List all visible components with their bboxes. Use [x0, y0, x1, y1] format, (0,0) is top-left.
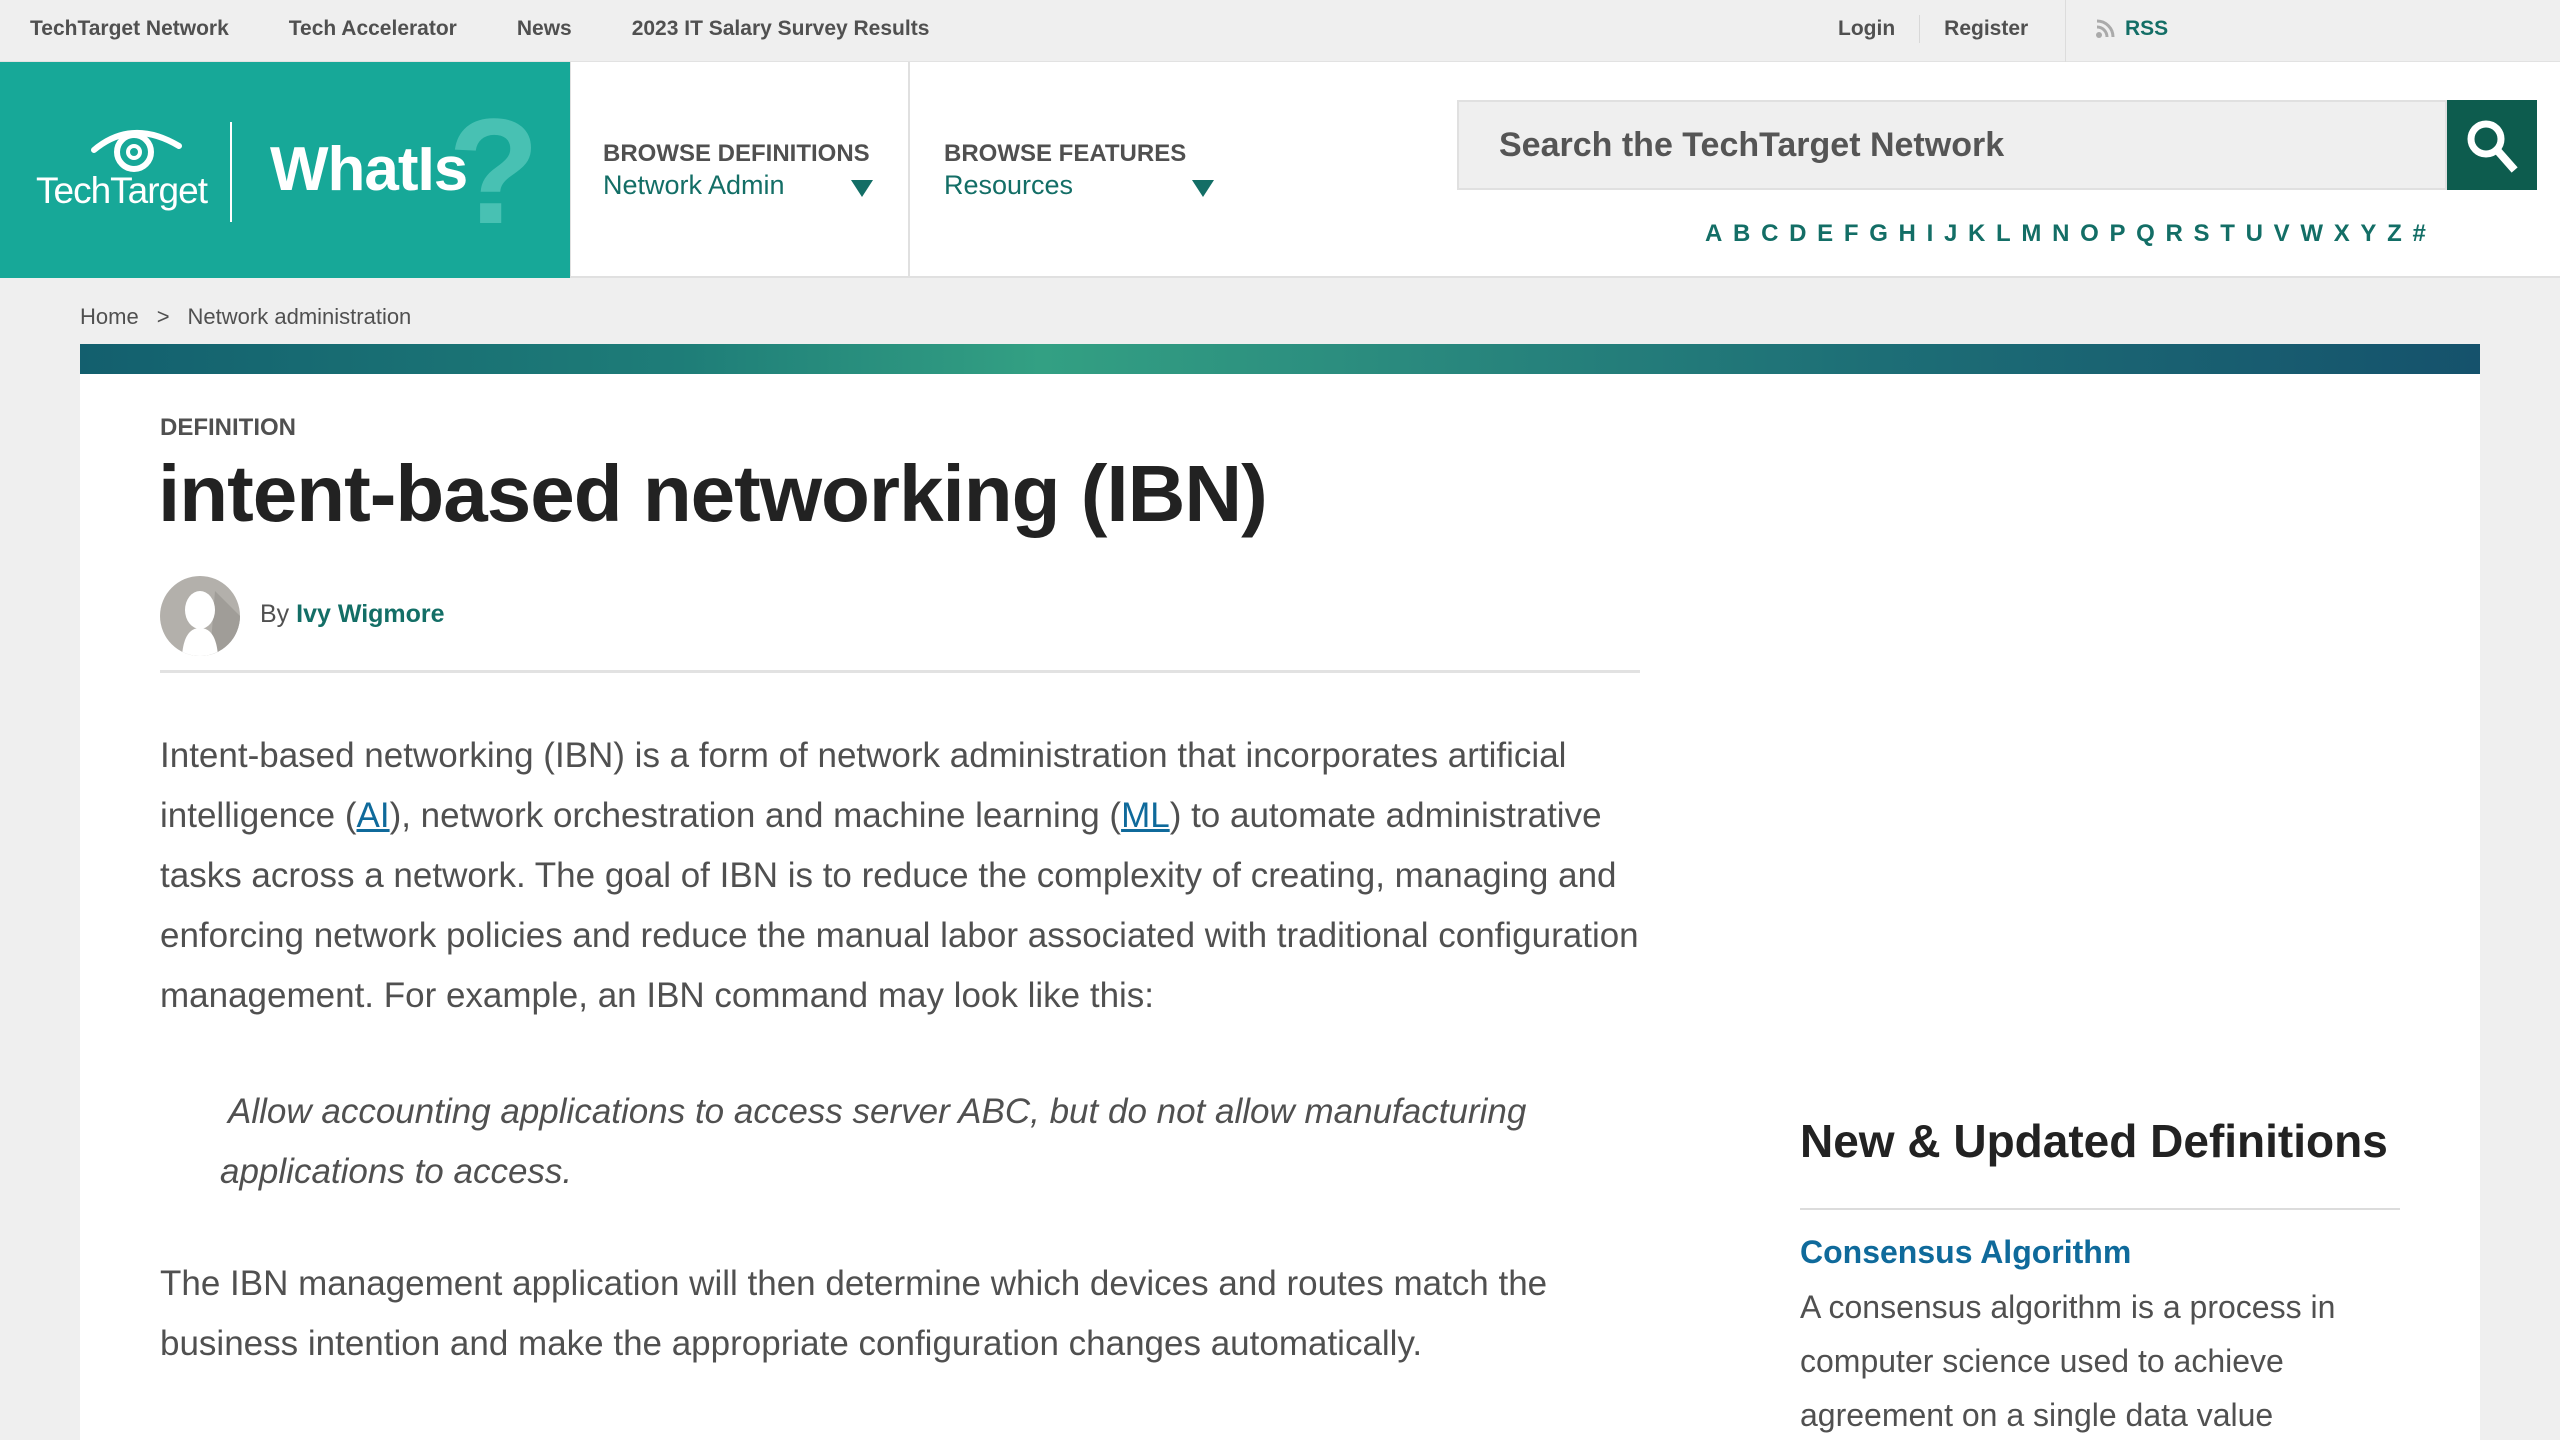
alphabet-letter-link[interactable]: W: [2300, 220, 2323, 248]
browse-definitions-title: BROWSE DEFINITIONS: [603, 140, 870, 167]
top-utility-bar: TechTarget Network Tech Accelerator News…: [0, 0, 2560, 62]
ml-link[interactable]: ML: [1121, 796, 1170, 835]
alphabet-letter-link[interactable]: D: [1789, 220, 1806, 248]
alphabet-letter-link[interactable]: U: [2246, 220, 2263, 248]
register-link[interactable]: Register: [1944, 17, 2028, 41]
login-link[interactable]: Login: [1838, 17, 1895, 41]
alphabet-letter-link[interactable]: S: [2194, 220, 2210, 248]
alphabet-letter-link[interactable]: R: [2166, 220, 2183, 248]
alphabet-letter-link[interactable]: B: [1733, 220, 1750, 248]
author-avatar[interactable]: [160, 576, 240, 656]
alphabet-nav: A B C D E F G H I J K L M N O P Q R S T U V W X Y Z #: [1705, 220, 2437, 248]
site-header: TechTarget ? WhatIs BROWSE DEFINITIONS N…: [0, 62, 2560, 278]
rss-label: RSS: [2125, 17, 2169, 40]
nav-link-salary-survey[interactable]: 2023 IT Salary Survey Results: [632, 17, 930, 41]
quote-line: Allow accounting applications to access …: [228, 1092, 1527, 1131]
network-links: TechTarget Network Tech Accelerator News…: [30, 0, 989, 58]
definition-link[interactable]: Consensus Algorithm: [1800, 1234, 2131, 1271]
sidebar-title: New & Updated Definitions: [1800, 1115, 2388, 1167]
search-icon: [2467, 120, 2518, 173]
alphabet-letter-link[interactable]: K: [1968, 220, 1985, 248]
alphabet-letter-link[interactable]: H: [1899, 220, 1916, 248]
nav-link-techtarget-network[interactable]: TechTarget Network: [30, 17, 229, 41]
breadcrumb: Home > Network administration: [80, 304, 411, 330]
alphabet-letter-link[interactable]: Q: [2136, 220, 2155, 248]
alphabet-letter-link[interactable]: I: [1927, 220, 1934, 248]
alphabet-letter-link[interactable]: E: [1817, 220, 1833, 248]
alphabet-letter-link[interactable]: G: [1869, 220, 1888, 248]
alphabet-letter-link[interactable]: Y: [2360, 220, 2376, 248]
alphabet-letter-link[interactable]: #: [2412, 220, 2425, 248]
divider: [1919, 15, 1921, 43]
whatis-wordmark: WhatIs: [270, 135, 468, 204]
author-link[interactable]: Ivy Wigmore: [296, 600, 444, 628]
breadcrumb-current[interactable]: Network administration: [188, 304, 412, 330]
alphabet-letter-link[interactable]: V: [2274, 220, 2290, 248]
alphabet-letter-link[interactable]: P: [2109, 220, 2125, 248]
rss-link[interactable]: RSS: [2095, 0, 2168, 58]
browse-definitions-dropdown[interactable]: BROWSE DEFINITIONS Network Admin: [570, 62, 910, 278]
techtarget-wordmark: TechTarget: [36, 170, 208, 211]
logo-divider: [230, 122, 232, 222]
breadcrumb-home[interactable]: Home: [80, 304, 139, 330]
nav-link-tech-accelerator[interactable]: Tech Accelerator: [289, 17, 457, 41]
search-box: [1457, 100, 2447, 190]
nav-link-news[interactable]: News: [517, 17, 572, 41]
alphabet-letter-link[interactable]: A: [1705, 220, 1722, 248]
browse-features-title: BROWSE FEATURES: [944, 140, 1187, 167]
page-title: intent-based networking (IBN): [158, 449, 1268, 538]
site-logo[interactable]: TechTarget ? WhatIs: [0, 62, 570, 278]
alphabet-letter-link[interactable]: T: [2220, 220, 2235, 248]
alphabet-letter-link[interactable]: M: [2021, 220, 2041, 248]
byline-prefix: By: [260, 600, 290, 628]
alphabet-letter-link[interactable]: N: [2052, 220, 2069, 248]
rss-icon: [2096, 19, 2115, 38]
byline: By Ivy Wigmore: [260, 600, 445, 629]
search-button[interactable]: [2447, 100, 2537, 190]
definition-description: A consensus algorithm is a process in co…: [1800, 1289, 2336, 1433]
article-card: DEFINITION intent-based networking (IBN)…: [80, 344, 2480, 1440]
alphabet-letter-link[interactable]: F: [1844, 220, 1859, 248]
example-quote: Allow accounting applications to access …: [220, 1082, 1640, 1202]
alphabet-letter-link[interactable]: O: [2080, 220, 2099, 248]
divider: [160, 670, 1640, 673]
alphabet-letter-link[interactable]: X: [2334, 220, 2350, 248]
alphabet-letter-link[interactable]: J: [1944, 220, 1957, 248]
divider: [2065, 0, 2066, 62]
article-paragraph: Intent-based networking (IBN) is a form …: [160, 726, 1660, 1026]
search-input[interactable]: [1459, 102, 2445, 188]
alphabet-letter-link[interactable]: Z: [2387, 220, 2402, 248]
alphabet-letter-link[interactable]: L: [1996, 220, 2011, 248]
chevron-down-icon: [1192, 180, 1214, 197]
paragraph-text: ), network orchestration and machine lea…: [389, 796, 1122, 835]
browse-definitions-value: Network Admin: [603, 170, 785, 200]
browse-features-dropdown[interactable]: BROWSE FEATURES Resources: [912, 62, 1252, 278]
alphabet-letter-link[interactable]: C: [1761, 220, 1778, 248]
article-paragraph: The IBN management application will then…: [160, 1264, 1548, 1363]
article-kicker: DEFINITION: [160, 414, 296, 441]
ai-link[interactable]: AI: [357, 796, 390, 835]
chevron-down-icon: [851, 180, 873, 197]
gradient-banner: [80, 344, 2480, 374]
account-links: Login Register: [1838, 0, 2028, 58]
browse-features-value: Resources: [944, 170, 1074, 200]
quote-line: applications to access.: [220, 1152, 573, 1191]
breadcrumb-separator: >: [156, 304, 170, 329]
divider: [1800, 1208, 2400, 1210]
